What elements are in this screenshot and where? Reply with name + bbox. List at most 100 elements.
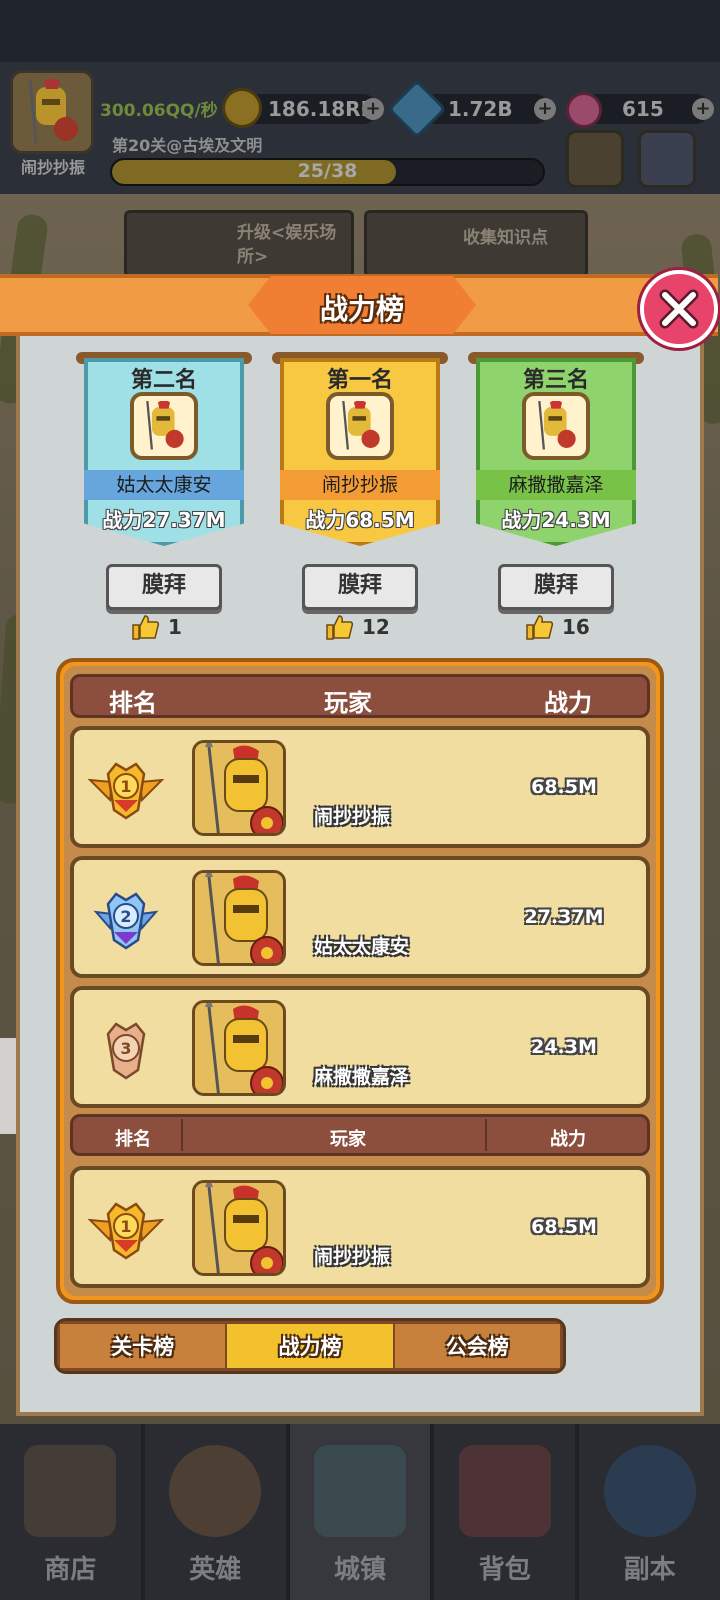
worship-button-second[interactable]: 膜拜 <box>106 564 222 610</box>
nav-town[interactable]: 城镇 <box>289 1424 435 1600</box>
table-row[interactable]: 1 闹抄抄振 68.5M <box>70 726 650 848</box>
close-icon <box>659 289 699 329</box>
quest-collect[interactable]: 收集知识点 <box>364 210 588 278</box>
hoplite-icon <box>195 873 283 963</box>
player-avatar[interactable] <box>10 70 94 154</box>
nav-dungeon-label: 副本 <box>623 1555 676 1585</box>
row-player-name: 姑太太康安 <box>314 936 410 958</box>
nav-backpack[interactable]: 背包 <box>434 1424 580 1600</box>
hoplite-icon <box>28 79 78 144</box>
tab-stage-board[interactable]: 关卡榜 <box>60 1324 226 1368</box>
town-icon <box>313 1445 406 1537</box>
player-portrait <box>192 1180 286 1276</box>
nav-backpack-label: 背包 <box>478 1555 531 1585</box>
podium-name: 麻撒撒嘉泽 <box>476 470 636 500</box>
hoplite-icon <box>538 401 576 450</box>
svg-text:2: 2 <box>120 907 131 926</box>
status-bar <box>0 0 720 62</box>
candy-icon <box>566 92 602 128</box>
modal-title: 战力榜 <box>319 293 404 326</box>
hoplite-icon <box>195 1003 283 1093</box>
my-rank-row[interactable]: 1 闹抄抄振 68.5M <box>70 1166 650 1288</box>
globe-icon <box>603 1445 696 1537</box>
crown-plus-button[interactable]: + <box>362 98 384 120</box>
podium-avatar[interactable] <box>522 392 590 460</box>
nav-shop[interactable]: 商店 <box>0 1424 145 1600</box>
header-rank: 排名 <box>115 1129 151 1150</box>
thumbs-up-icon <box>132 615 160 640</box>
header-player: 玩家 <box>324 689 372 717</box>
income-rate: 300.06QQ/秒 <box>100 101 218 121</box>
my-rank-header: 排名 玩家 战力 <box>70 1114 650 1156</box>
gold-medal-icon: 1 <box>88 1202 164 1260</box>
svg-text:3: 3 <box>120 1039 131 1058</box>
close-button[interactable] <box>640 270 718 348</box>
podium-name: 闹抄抄振 <box>280 470 440 500</box>
row-power: 27.37M <box>524 906 604 928</box>
row-power: 24.3M <box>531 1036 597 1058</box>
podium-power: 战力24.3M <box>501 508 611 532</box>
row-player-name: 闹抄抄振 <box>314 1246 391 1268</box>
svg-text:1: 1 <box>120 1217 131 1236</box>
quest-upgrade[interactable]: 升级<娱乐场所> <box>124 210 354 278</box>
row-power: 68.5M <box>531 776 597 798</box>
podium-avatar[interactable] <box>130 392 198 460</box>
silver-medal-icon: 2 <box>93 892 159 950</box>
bronze-medal-icon: 3 <box>106 1022 146 1080</box>
header-player: 玩家 <box>330 1129 366 1150</box>
row-player-name: 闹抄抄振 <box>314 806 391 828</box>
likes-second: 1 <box>132 612 182 642</box>
player-portrait <box>192 870 286 966</box>
header-divider <box>485 1119 487 1151</box>
tab-power-board[interactable]: 战力榜 <box>225 1324 393 1368</box>
crown-value: 186.18RR <box>268 97 376 121</box>
leaderboard-tabs: 关卡榜 战力榜 公会榜 <box>54 1318 566 1374</box>
ranking-table-header: 排名 玩家 战力 <box>70 674 650 718</box>
hero-icon <box>169 1445 262 1537</box>
podium-power: 战力27.37M <box>102 508 226 532</box>
candy-plus-button[interactable]: + <box>692 98 714 120</box>
header-power: 战力 <box>550 1129 586 1150</box>
tab-guild-board[interactable]: 公会榜 <box>392 1324 560 1368</box>
likes-first: 12 <box>326 612 390 642</box>
header-power: 战力 <box>544 689 592 717</box>
shop-icon <box>24 1445 117 1537</box>
likes-count: 16 <box>562 615 590 639</box>
treasure-chest-button[interactable] <box>566 130 624 188</box>
nav-shop-label: 商店 <box>44 1555 97 1585</box>
podium-avatar[interactable] <box>326 392 394 460</box>
row-player-name: 麻撒撒嘉泽 <box>314 1066 410 1088</box>
thumbs-up-icon <box>526 615 554 640</box>
player-portrait <box>192 1000 286 1096</box>
gem-value: 1.72B <box>448 97 513 121</box>
likes-third: 16 <box>526 612 590 642</box>
worship-button-third[interactable]: 膜拜 <box>498 564 614 610</box>
gem-plus-button[interactable]: + <box>534 98 556 120</box>
bottom-nav: 商店 英雄 城镇 背包 副本 <box>0 1424 720 1600</box>
stage-label: 第20关@古埃及文明 <box>112 136 263 155</box>
gold-medal-icon: 1 <box>88 762 164 820</box>
hoplite-icon <box>342 401 380 450</box>
quest-upgrade-label: 升级<娱乐场所> <box>237 223 337 267</box>
crown-icon <box>222 88 262 128</box>
table-row[interactable]: 3 麻撒撒嘉泽 24.3M <box>70 986 650 1108</box>
candy-value: 615 <box>622 97 664 121</box>
podium-rank-title: 第一名 <box>326 368 393 393</box>
likes-count: 1 <box>168 615 182 639</box>
svg-text:1: 1 <box>120 777 131 796</box>
hoplite-icon <box>146 401 184 450</box>
table-row[interactable]: 2 姑太太康安 27.37M <box>70 856 650 978</box>
podium-rank-title: 第三名 <box>522 368 589 393</box>
map-button[interactable] <box>638 130 696 188</box>
nav-dungeon[interactable]: 副本 <box>579 1424 720 1600</box>
likes-count: 12 <box>362 615 390 639</box>
hoplite-icon <box>195 1183 283 1273</box>
row-power: 68.5M <box>531 1216 597 1238</box>
header-rank: 排名 <box>109 689 157 717</box>
nav-hero-label: 英雄 <box>189 1555 242 1585</box>
stage-progress-text: 25/38 <box>297 160 358 182</box>
nav-hero[interactable]: 英雄 <box>145 1424 290 1600</box>
worship-button-first[interactable]: 膜拜 <box>302 564 418 610</box>
podium-power: 战力68.5M <box>305 508 415 532</box>
quest-collect-label: 收集知识点 <box>463 228 548 248</box>
